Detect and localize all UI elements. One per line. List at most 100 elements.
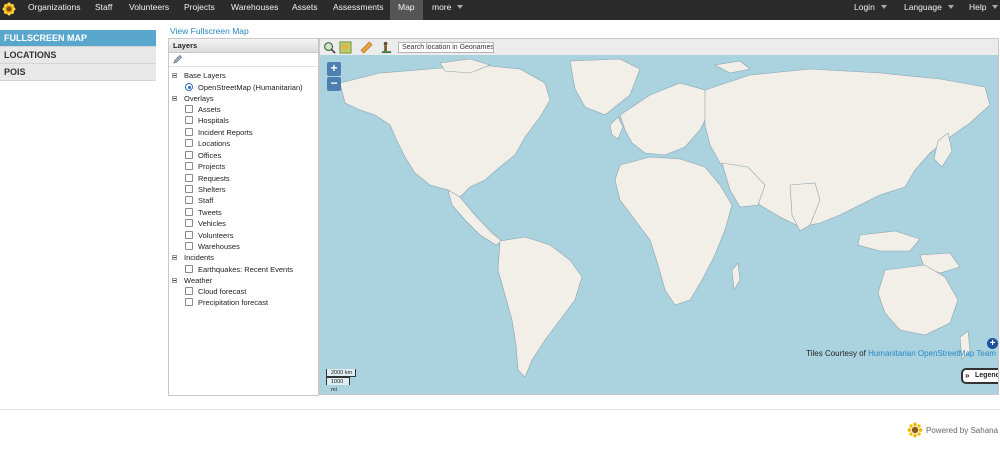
zoom-to-extent-icon[interactable]: [323, 41, 336, 54]
attribution-link[interactable]: Humanitarian OpenStreetMap Team: [868, 349, 996, 358]
layer-checkbox[interactable]: [185, 185, 193, 193]
layers-toolbar: [169, 53, 318, 67]
layer-checkbox[interactable]: [185, 105, 193, 113]
collapse-icon[interactable]: [172, 278, 177, 283]
layer-checkbox[interactable]: [185, 116, 193, 124]
nav-login-label: Login: [854, 2, 875, 12]
geonames-search-input[interactable]: Search location in Geonames: [398, 42, 494, 53]
measure-ruler-icon[interactable]: [360, 41, 373, 54]
nav-more-label: more: [432, 2, 452, 12]
layer-checkbox[interactable]: [185, 162, 193, 170]
layer-label: Cloud forecast: [198, 287, 247, 296]
nav-volunteers[interactable]: Volunteers: [129, 0, 169, 20]
nav-login-menu[interactable]: Login: [854, 0, 887, 20]
layer-checkbox[interactable]: [185, 139, 193, 147]
tree-node-label: Overlays: [184, 94, 214, 103]
tree-node-label: Weather: [184, 276, 213, 285]
chevron-down-icon: [947, 4, 954, 9]
nav-projects[interactable]: Projects: [184, 0, 215, 20]
land-svalbard: [714, 60, 751, 74]
nav-map[interactable]: Map: [390, 0, 423, 20]
nav-assets[interactable]: Assets: [292, 0, 318, 20]
layer-label: Vehicles: [198, 219, 226, 228]
layer-checkbox[interactable]: [185, 151, 193, 159]
land-europe: [619, 82, 711, 156]
land-indonesia: [857, 230, 921, 252]
layer-checkbox[interactable]: [185, 287, 193, 295]
nav-warehouses[interactable]: Warehouses: [231, 0, 278, 20]
world-map[interactable]: [320, 55, 999, 395]
collapse-icon[interactable]: [172, 96, 177, 101]
expand-plus-icon[interactable]: +: [987, 338, 998, 349]
layer-label: Locations: [198, 139, 231, 148]
nav-help-menu[interactable]: Help: [969, 0, 999, 20]
chevron-down-icon: [880, 4, 887, 9]
scale-km: 2000 km: [326, 369, 356, 377]
sidebar-item-pois[interactable]: POIS: [0, 64, 156, 81]
nav-staff[interactable]: Staff: [95, 0, 112, 20]
layer-label: Incident Reports: [198, 128, 253, 137]
land-central-america: [447, 189, 503, 246]
layers-panel: Layers Base Layers OpenStreetMap (Humani…: [168, 38, 319, 396]
nav-organizations[interactable]: Organizations: [28, 0, 80, 20]
layer-checkbox[interactable]: [185, 208, 193, 216]
layer-label: Offices: [198, 151, 222, 160]
base-layer-radio[interactable]: [185, 83, 193, 91]
collapse-icon[interactable]: [172, 255, 177, 260]
land-australia: [877, 264, 959, 336]
powered-by-text[interactable]: Powered by Sahana: [926, 426, 998, 435]
legend-label: Legend: [975, 372, 999, 379]
sahana-flower-icon: [907, 422, 923, 438]
view-fullscreen-map-link[interactable]: View Fullscreen Map: [170, 26, 249, 36]
layer-label: Tweets: [198, 208, 222, 217]
layer-label: Earthquakes: Recent Events: [198, 265, 294, 274]
land-north-america: [339, 64, 551, 198]
land-uk: [609, 116, 624, 140]
layer-label: Volunteers: [198, 231, 234, 240]
expand-arrow-icon: »: [965, 371, 970, 380]
layer-checkbox[interactable]: [185, 298, 193, 306]
land-south-america: [497, 236, 583, 378]
land-madagascar: [731, 262, 741, 291]
nav-language-menu[interactable]: Language: [904, 0, 954, 20]
nav-language-label: Language: [904, 2, 942, 12]
sidebar-item-fullscreen-map[interactable]: FULLSCREEN MAP: [0, 30, 156, 47]
layer-label: OpenStreetMap (Humanitarian): [198, 83, 303, 92]
scale-mi: 1000 mi: [326, 377, 350, 393]
layer-label: Precipitation forecast: [198, 298, 269, 307]
nav-help-label: Help: [969, 2, 987, 12]
map-layers-icon[interactable]: [339, 41, 352, 54]
land-greenland: [569, 58, 641, 116]
collapse-icon[interactable]: [172, 73, 177, 78]
chevron-down-icon: [992, 4, 999, 9]
layer-checkbox[interactable]: [185, 128, 193, 136]
layer-checkbox[interactable]: [185, 265, 193, 273]
sahana-logo-icon[interactable]: [2, 2, 16, 16]
tree-node-label: Base Layers: [184, 71, 226, 80]
map-attribution: Tiles Courtesy of Humanitarian OpenStree…: [806, 349, 996, 358]
map-toolbar: Search location in Geonames: [319, 38, 999, 55]
geolocate-icon[interactable]: [380, 41, 393, 54]
nav-assessments[interactable]: Assessments: [333, 0, 384, 20]
tree-node-label: Incidents: [184, 253, 215, 262]
sidebar-item-locations[interactable]: LOCATIONS: [0, 47, 156, 64]
chevron-down-icon: [457, 4, 464, 9]
land-africa: [614, 156, 733, 306]
layer-label: Requests: [198, 174, 230, 183]
layer-label: Assets: [198, 105, 221, 114]
zoom-out-button[interactable]: −: [327, 77, 341, 91]
layer-checkbox[interactable]: [185, 231, 193, 239]
legend-toggle-button[interactable]: » Legend: [961, 368, 998, 384]
layer-checkbox[interactable]: [185, 242, 193, 250]
top-navigation-bar: Organizations Staff Volunteers Projects …: [0, 0, 1000, 20]
layer-checkbox[interactable]: [185, 219, 193, 227]
pencil-icon[interactable]: [172, 54, 183, 65]
nav-more-menu[interactable]: more: [432, 0, 464, 20]
zoom-in-button[interactable]: +: [327, 62, 341, 76]
layer-label: Shelters: [198, 185, 226, 194]
layer-label: Staff: [198, 196, 214, 205]
map-viewport[interactable]: + − + Tiles Courtesy of Humanitarian Ope…: [319, 55, 999, 395]
attribution-prefix: Tiles Courtesy of: [806, 349, 869, 358]
layer-checkbox[interactable]: [185, 174, 193, 182]
layer-checkbox[interactable]: [185, 196, 193, 204]
